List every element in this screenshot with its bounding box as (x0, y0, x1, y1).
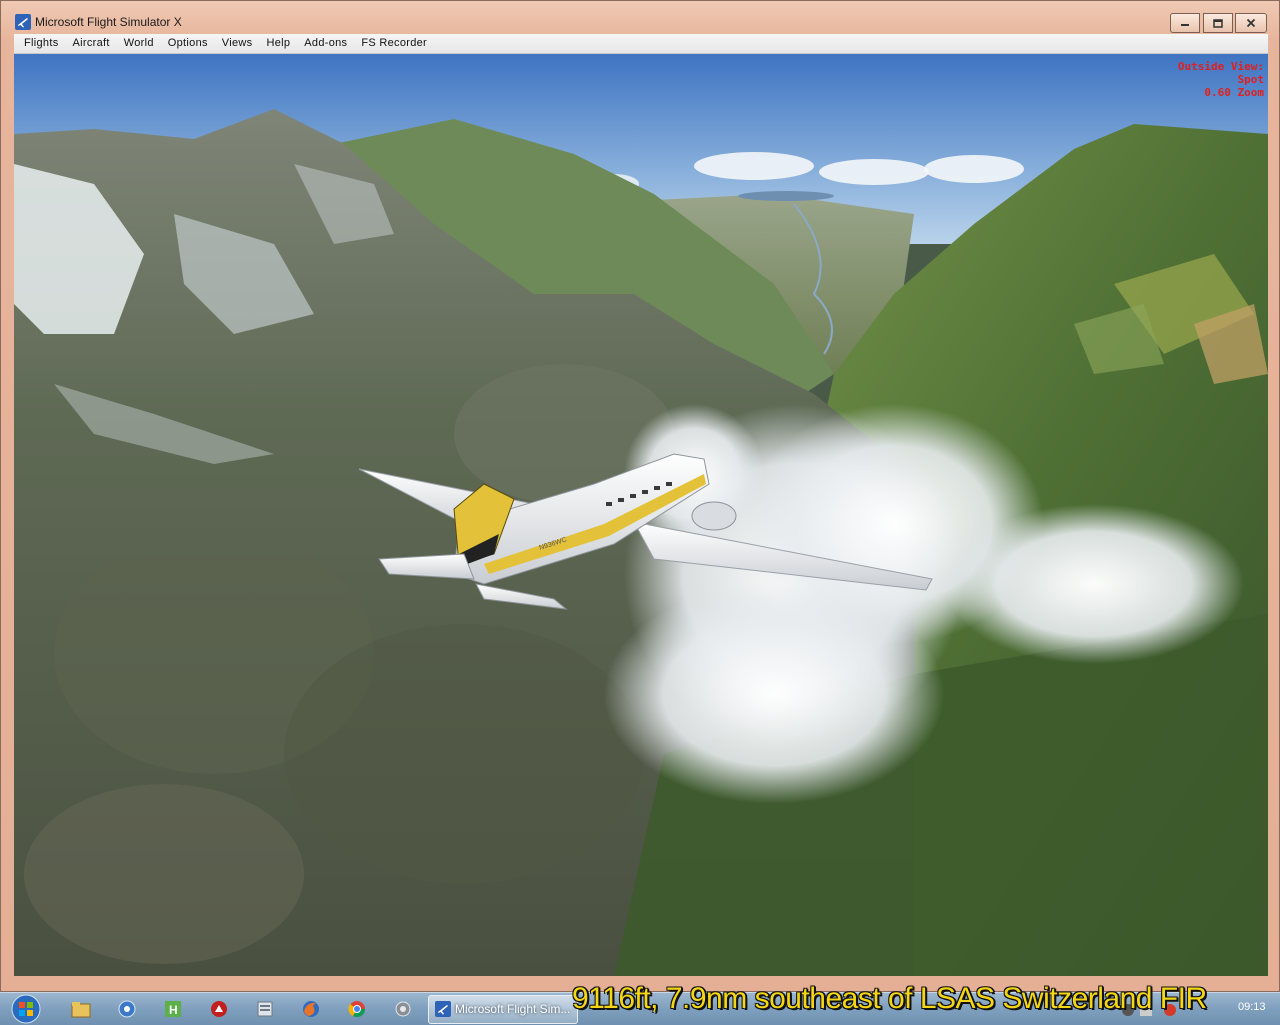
app-window: Microsoft Flight Simulator X Flights Air… (0, 0, 1280, 992)
airplane-icon (435, 1001, 451, 1017)
firefox-icon[interactable] (300, 999, 322, 1019)
network-icon[interactable] (116, 999, 138, 1019)
taskbar-item-flight-simulator[interactable]: Microsoft Flight Sim... (428, 995, 578, 1024)
media-icon[interactable] (208, 999, 230, 1019)
mountain-scene: N936WC (14, 54, 1268, 976)
minimize-button[interactable] (1170, 13, 1200, 33)
start-button[interactable] (4, 993, 44, 1025)
close-icon (1246, 18, 1256, 28)
menu-options[interactable]: Options (161, 34, 215, 53)
simulator-viewport[interactable]: N936WC Outside View: Spot 0.60 Zoom (14, 54, 1268, 976)
menu-help[interactable]: Help (259, 34, 297, 53)
menu-bar: Flights Aircraft World Options Views Hel… (14, 34, 1268, 54)
zoom-level: 0.60 Zoom (1204, 86, 1264, 99)
spreadsheet-icon[interactable]: H (162, 999, 184, 1019)
taskbar-item-label: Microsoft Flight Sim... (455, 1002, 571, 1016)
view-mode-label: Outside View: (1177, 60, 1264, 73)
folder-icon[interactable] (254, 999, 276, 1019)
title-bar[interactable]: Microsoft Flight Simulator X (0, 0, 1280, 34)
clock[interactable]: 09:13 (1238, 1001, 1266, 1013)
location-caption: 9116ft, 7.9nm southeast of LSAS Switzerl… (572, 982, 1207, 1015)
menu-add-ons[interactable]: Add-ons (297, 34, 354, 53)
settings-icon[interactable] (392, 999, 414, 1019)
view-type: Spot (1237, 73, 1265, 86)
menu-world[interactable]: World (117, 34, 161, 53)
menu-views[interactable]: Views (215, 34, 260, 53)
svg-text:H: H (169, 1003, 178, 1017)
menu-flights[interactable]: Flights (14, 34, 66, 53)
windows-explorer-icon[interactable] (70, 999, 92, 1019)
close-button[interactable] (1235, 13, 1267, 33)
airplane-icon (15, 14, 31, 30)
view-info: Outside View: Spot 0.60 Zoom (1178, 60, 1264, 99)
maximize-button[interactable] (1203, 13, 1233, 33)
chrome-icon[interactable] (346, 999, 368, 1019)
window-title: Microsoft Flight Simulator X (35, 15, 182, 29)
menu-fs-recorder[interactable]: FS Recorder (354, 34, 434, 53)
maximize-icon (1213, 18, 1223, 28)
minimize-icon (1181, 24, 1189, 26)
menu-aircraft[interactable]: Aircraft (66, 34, 117, 53)
